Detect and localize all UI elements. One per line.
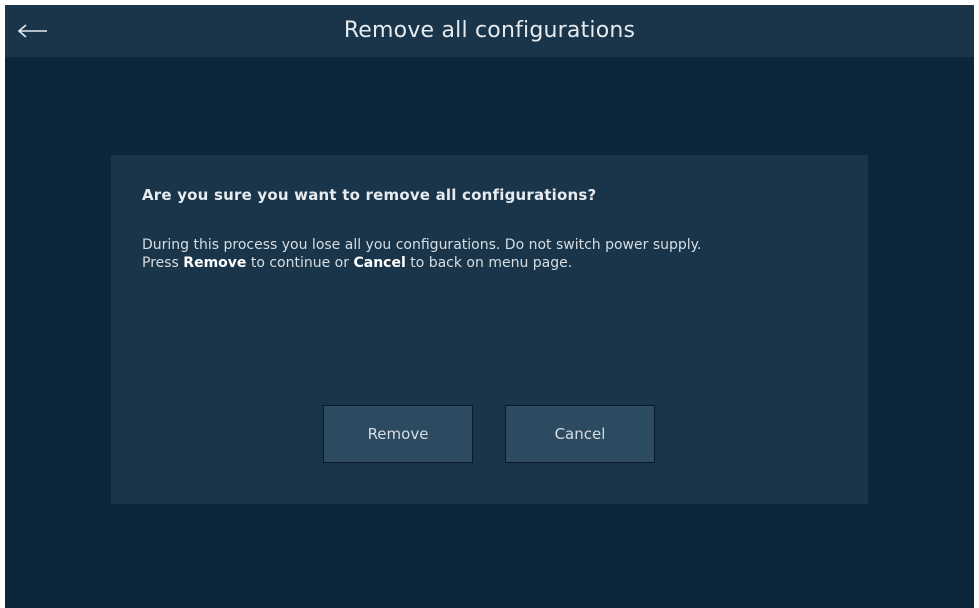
message-line-2: Press Remove to continue or Cancel to ba…	[142, 254, 852, 272]
page-title: Remove all configurations	[343, 18, 636, 43]
confirm-dialog: Are you sure you want to remove all conf…	[111, 155, 868, 504]
cancel-button[interactable]: Cancel	[505, 405, 655, 463]
dialog-question: Are you sure you want to remove all conf…	[142, 186, 597, 204]
header-bar: Remove all configurations	[5, 5, 974, 57]
screen: Remove all configurations Are you sure y…	[5, 5, 974, 608]
message-text: to continue or	[246, 255, 354, 271]
message-line-1: During this process you lose all you con…	[142, 237, 702, 253]
remove-keyword: Remove	[183, 255, 247, 271]
dialog-message: During this process you lose all you con…	[142, 236, 852, 272]
cancel-keyword: Cancel	[353, 255, 406, 271]
remove-button[interactable]: Remove	[323, 405, 473, 463]
message-text: Press	[142, 255, 184, 271]
message-text: to back on menu page.	[405, 255, 573, 271]
